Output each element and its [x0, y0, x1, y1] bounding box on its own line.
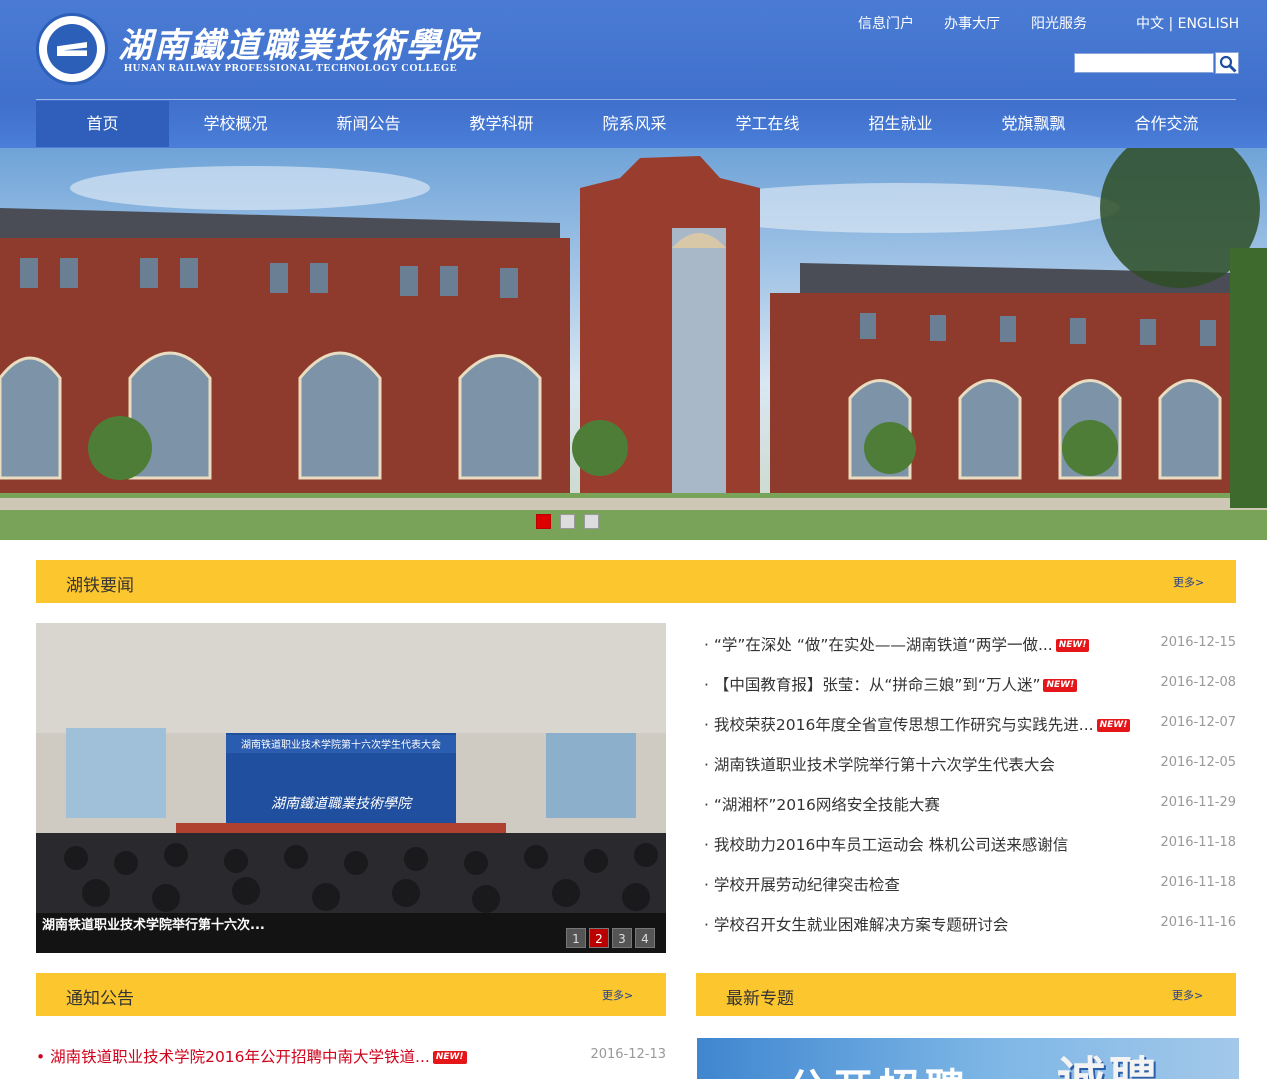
- photo-page-1[interactable]: 1: [566, 928, 586, 948]
- notice-date: 2016-12-13: [590, 1047, 666, 1062]
- site-header: 湖南鐵道職業技術學院 HUNAN RAILWAY PROFESSIONAL TE…: [0, 0, 1267, 148]
- nav-item-home[interactable]: 首页: [36, 101, 169, 147]
- news-item[interactable]: · “学”在深处 “做”在实处——湖南铁道“两学一做... NEW! 2016-1…: [704, 633, 1236, 657]
- news-date: 2016-12-15: [1160, 635, 1236, 650]
- photo-page-2[interactable]: 2: [589, 928, 609, 948]
- news-date: 2016-12-05: [1160, 755, 1236, 770]
- campus-building-image: [0, 148, 1267, 540]
- news-title[interactable]: 湖南铁道职业技术学院举行第十六次学生代表大会: [714, 756, 1055, 774]
- notice-section-title: 通知公告: [66, 989, 134, 1009]
- news-photo-image: 湖南铁道职业技术学院第十六次学生代表大会 湖南鐵道職業技術學院: [36, 623, 666, 953]
- nav-item-departments[interactable]: 院系风采: [568, 101, 701, 147]
- link-sunshine-service[interactable]: 阳光服务: [1031, 13, 1087, 33]
- news-date: 2016-11-29: [1160, 795, 1236, 810]
- news-item[interactable]: · 学校召开女生就业困难解决方案专题研讨会 2016-11-16: [704, 913, 1236, 937]
- special-section-title: 最新专题: [726, 989, 794, 1009]
- news-title[interactable]: 我校荣获2016年度全省宣传思想工作研究与实践先进...: [714, 716, 1094, 734]
- nav-item-about[interactable]: 学校概况: [169, 101, 302, 147]
- news-item[interactable]: · 湖南铁道职业技术学院举行第十六次学生代表大会 2016-12-05: [704, 753, 1236, 777]
- nav-item-cooperation[interactable]: 合作交流: [1100, 101, 1233, 147]
- link-service-hall[interactable]: 办事大厅: [944, 13, 1000, 33]
- banner-dot-3[interactable]: [584, 514, 599, 529]
- school-name-cn[interactable]: 湖南鐵道職業技術學院: [118, 18, 478, 67]
- banner-dot-1[interactable]: [536, 514, 551, 529]
- notice-section-header: 通知公告 更多>: [36, 973, 666, 1016]
- search-button[interactable]: [1215, 52, 1239, 74]
- school-name-en: HUNAN RAILWAY PROFESSIONAL TECHNOLOGY CO…: [124, 63, 458, 74]
- new-badge: NEW!: [1055, 639, 1090, 652]
- nav-item-admission[interactable]: 招生就业: [834, 101, 967, 147]
- notice-title[interactable]: 湖南铁道职业技术学院2016年公开招聘中南大学铁道...: [50, 1048, 430, 1066]
- photo-page-4[interactable]: 4: [635, 928, 655, 948]
- news-date: 2016-11-18: [1160, 875, 1236, 890]
- news-item[interactable]: · “湖湘杯”2016网络安全技能大赛 2016-11-29: [704, 793, 1236, 817]
- news-title[interactable]: 学校召开女生就业困难解决方案专题研讨会: [714, 916, 1009, 934]
- main-nav: 首页 学校概况 新闻公告 教学科研 院系风采 学工在线 招生就业 党旗飘飘 合作…: [36, 101, 1236, 147]
- news-more-link[interactable]: 更多>: [1173, 574, 1204, 590]
- news-section-title: 湖铁要闻: [66, 576, 134, 596]
- photo-page-3[interactable]: 3: [612, 928, 632, 948]
- photo-pager: 1 2 3 4: [36, 918, 666, 948]
- news-item[interactable]: · 我校助力2016中车员工运动会 株机公司送来感谢信 2016-11-18: [704, 833, 1236, 857]
- new-badge: NEW!: [432, 1051, 467, 1064]
- meeting-wall-text: 湖南鐵道職業技術學院: [271, 796, 413, 812]
- news-photo-slider[interactable]: 湖南铁道职业技术学院第十六次学生代表大会 湖南鐵道職業技術學院 湖南铁道职业技术…: [36, 623, 666, 953]
- new-badge: NEW!: [1043, 679, 1078, 692]
- news-title[interactable]: “湖湘杯”2016网络安全技能大赛: [714, 796, 940, 814]
- search-icon: [1219, 55, 1237, 73]
- new-badge: NEW!: [1096, 719, 1131, 732]
- news-title[interactable]: 学校开展劳动纪律突击检查: [714, 876, 900, 894]
- news-item[interactable]: · 我校荣获2016年度全省宣传思想工作研究与实践先进... NEW! 2016-…: [704, 713, 1236, 737]
- notice-more-link[interactable]: 更多>: [602, 987, 633, 1003]
- nav-item-student-affairs[interactable]: 学工在线: [701, 101, 834, 147]
- special-banner-text-a: 公开招聘: [787, 1056, 971, 1079]
- news-date: 2016-12-07: [1160, 715, 1236, 730]
- hero-banner[interactable]: [0, 148, 1267, 540]
- news-date: 2016-11-16: [1160, 915, 1236, 930]
- news-item[interactable]: · 学校开展劳动纪律突击检查 2016-11-18: [704, 873, 1236, 897]
- special-banner-text-b: 诚聘: [1057, 1040, 1161, 1079]
- link-info-portal[interactable]: 信息门户: [858, 13, 914, 33]
- special-more-link[interactable]: 更多>: [1172, 987, 1203, 1003]
- language-switch[interactable]: 中文 | ENGLISH: [1136, 13, 1239, 33]
- news-date: 2016-11-18: [1160, 835, 1236, 850]
- banner-dot-2[interactable]: [560, 514, 575, 529]
- search-input[interactable]: [1074, 53, 1214, 73]
- news-title[interactable]: 我校助力2016中车员工运动会 株机公司送来感谢信: [714, 836, 1068, 854]
- news-title[interactable]: “学”在深处 “做”在实处——湖南铁道“两学一做...: [714, 636, 1053, 654]
- nav-item-party[interactable]: 党旗飘飘: [967, 101, 1100, 147]
- special-section-header: 最新专题 更多>: [696, 973, 1236, 1016]
- nav-item-news[interactable]: 新闻公告: [302, 101, 435, 147]
- meeting-banner-text: 湖南铁道职业技术学院第十六次学生代表大会: [241, 738, 441, 751]
- news-item[interactable]: · 【中国教育报】张莹：从“拼命三娘”到“万人迷” NEW! 2016-12-08: [704, 673, 1236, 697]
- news-section-header: 湖铁要闻 更多>: [36, 560, 1236, 603]
- notice-item[interactable]: • 湖南铁道职业技术学院2016年公开招聘中南大学铁道... NEW! 2016-…: [36, 1045, 666, 1067]
- news-date: 2016-12-08: [1160, 675, 1236, 690]
- school-logo[interactable]: [36, 13, 108, 85]
- nav-divider: [36, 99, 1236, 100]
- news-title[interactable]: 【中国教育报】张莹：从“拼命三娘”到“万人迷”: [714, 676, 1041, 694]
- special-banner[interactable]: 公开招聘 诚聘: [697, 1038, 1239, 1079]
- nav-item-teaching[interactable]: 教学科研: [435, 101, 568, 147]
